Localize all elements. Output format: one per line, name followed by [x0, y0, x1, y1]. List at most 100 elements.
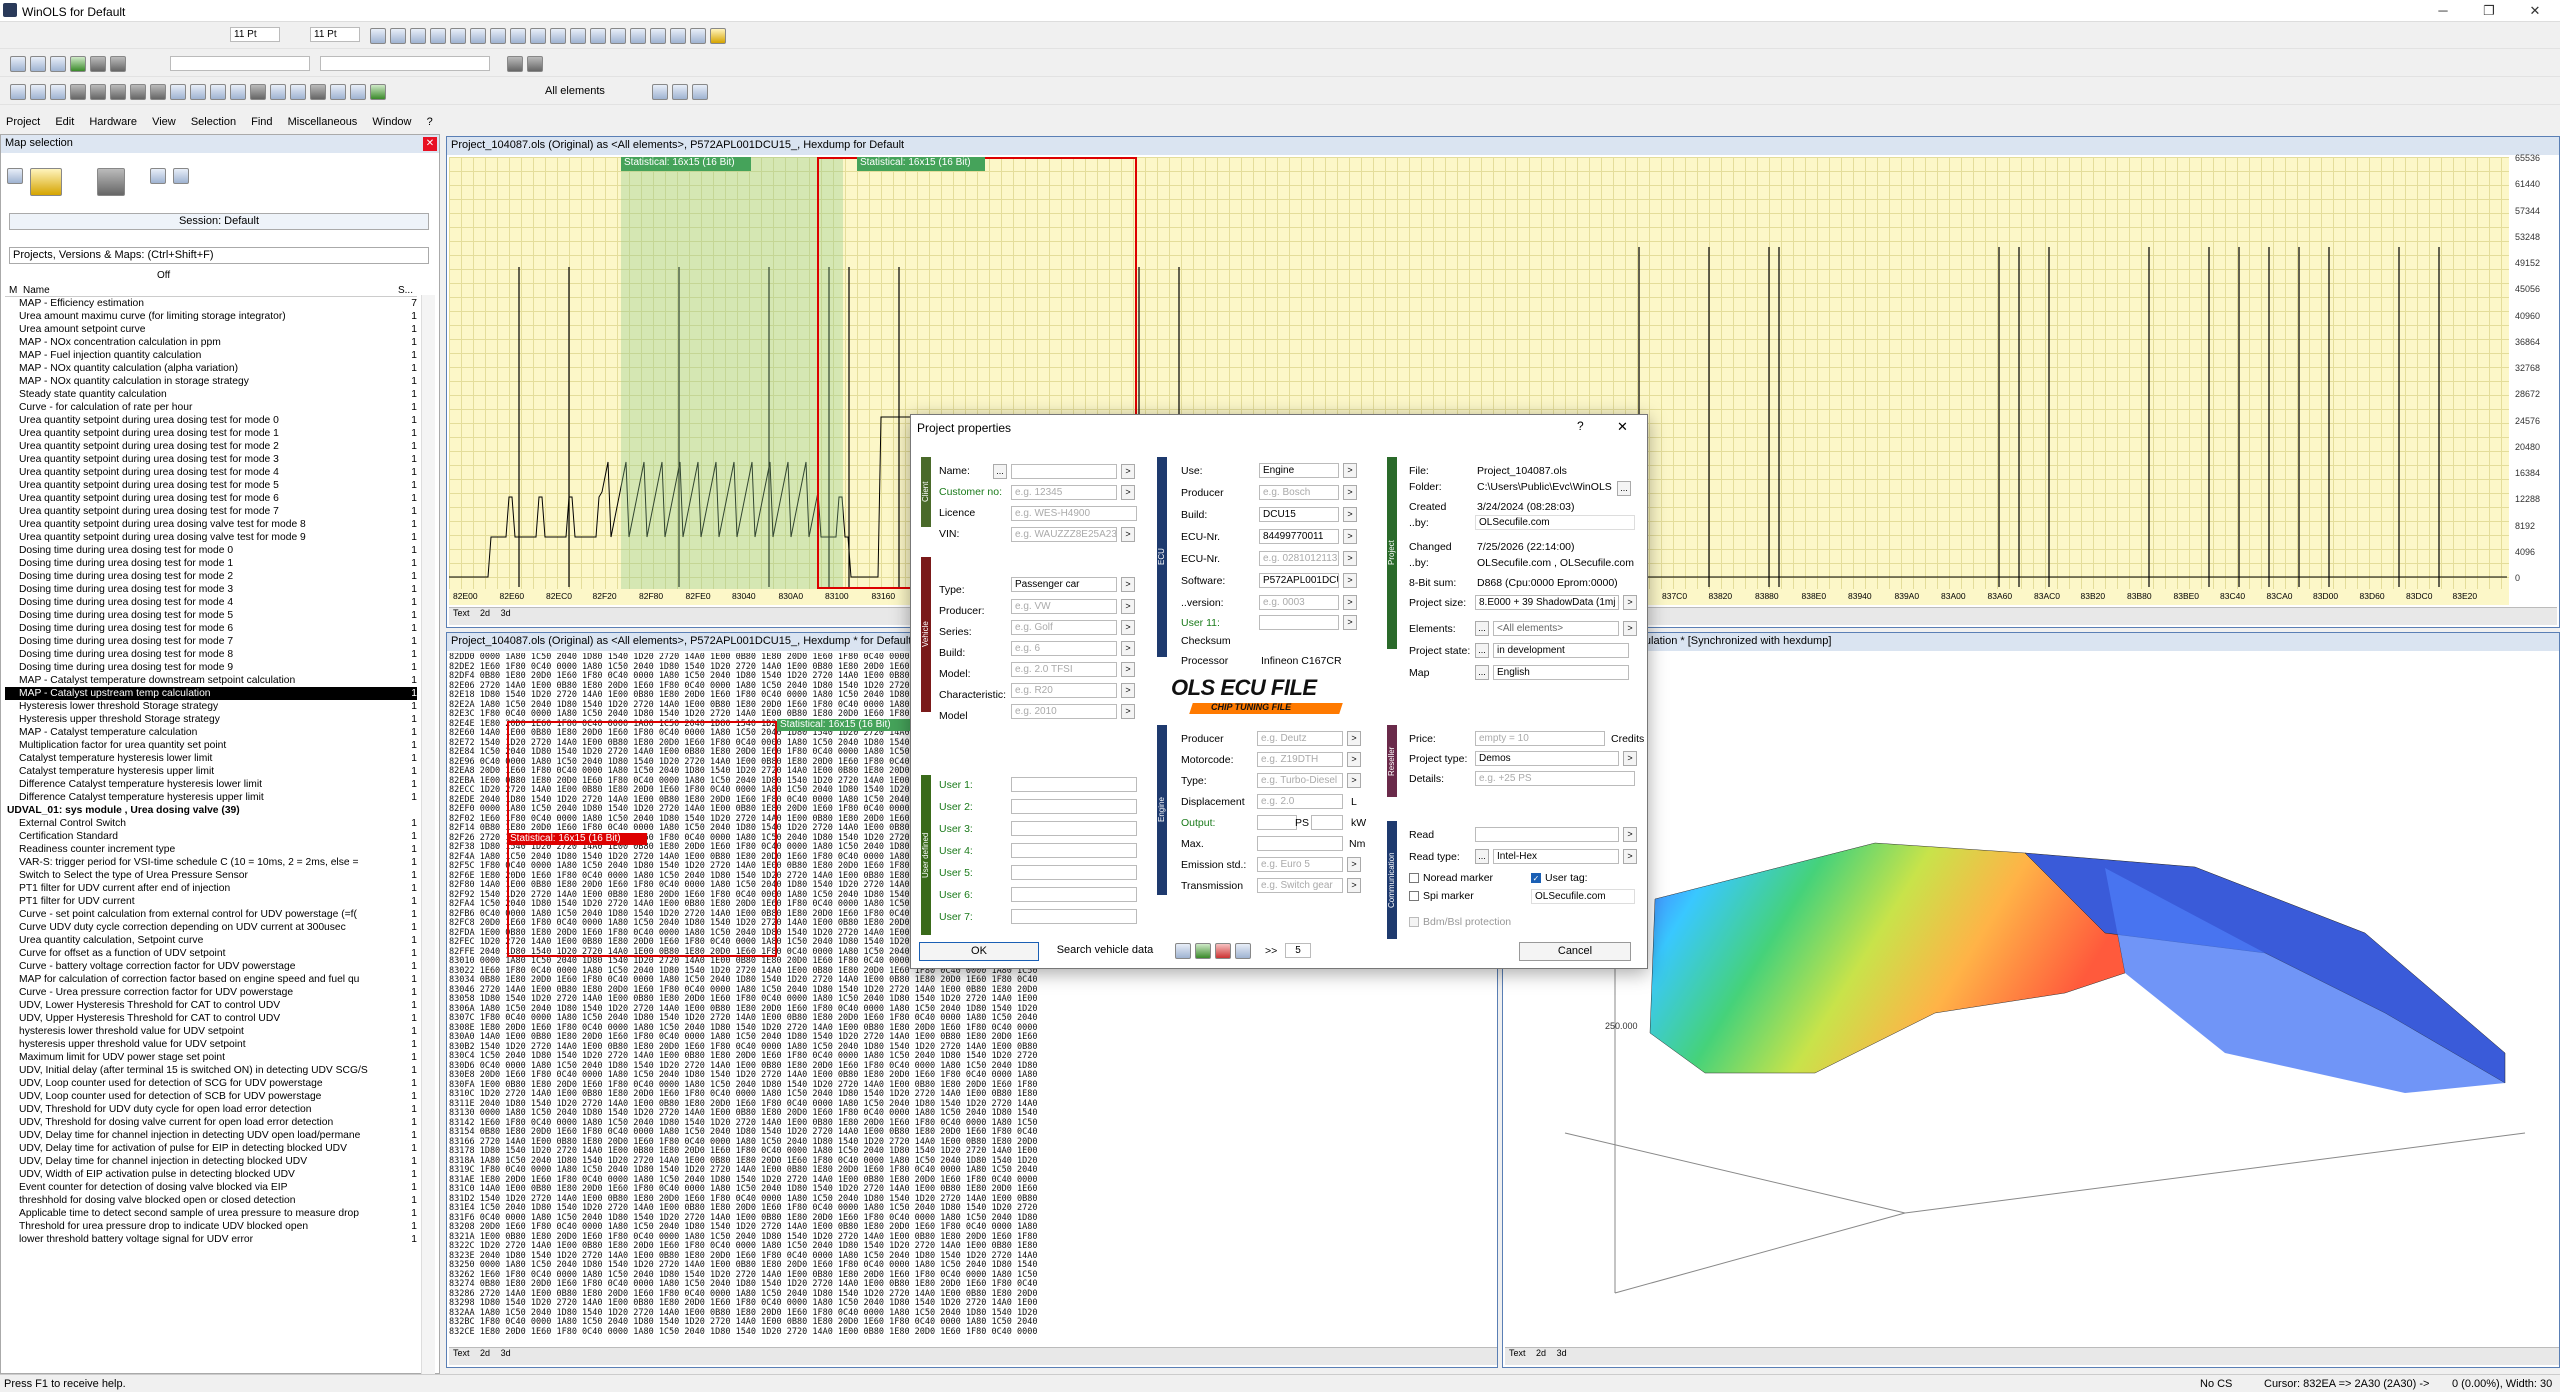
toolbar-btn-10[interactable]: [550, 28, 566, 44]
next-icon[interactable]: [130, 84, 146, 100]
map-3d-view[interactable]: 250.000: [1505, 653, 2555, 1347]
view-toggle-1-icon[interactable]: [90, 56, 106, 72]
tab-2d[interactable]: 2d: [480, 608, 490, 618]
toolbar-btn-8[interactable]: [510, 28, 526, 44]
ok-button[interactable]: OK: [919, 942, 1039, 961]
map-list-item[interactable]: MAP - NOx quantity calculation (alpha va…: [5, 362, 417, 375]
output-ps-input[interactable]: [1257, 815, 1297, 830]
projects-combo[interactable]: Projects, Versions & Maps: (Ctrl+Shift+F…: [9, 247, 429, 264]
cancel-button[interactable]: Cancel: [1519, 942, 1631, 961]
read-arrow[interactable]: >: [1623, 827, 1637, 842]
user-tag-value[interactable]: OLSecufile.com: [1531, 889, 1635, 904]
map-list-item[interactable]: Event counter for detection of dosing va…: [5, 1181, 417, 1194]
map-list-item[interactable]: hysteresis upper threshold value for UDV…: [5, 1038, 417, 1051]
map-list-item[interactable]: Threshold for urea pressure drop to indi…: [5, 1220, 417, 1233]
map-list-item[interactable]: Difference Catalyst temperature hysteres…: [5, 791, 417, 804]
map-list-item[interactable]: Curve UDV duty cycle correction dependin…: [5, 921, 417, 934]
toolbar-btn-5[interactable]: [450, 28, 466, 44]
combo-1[interactable]: [170, 56, 310, 71]
hardware-icon[interactable]: [290, 84, 306, 100]
menu-miscellaneous[interactable]: Miscellaneous: [282, 114, 364, 130]
map-list-item[interactable]: Urea quantity setpoint during urea dosin…: [5, 440, 417, 453]
nav-back-icon[interactable]: [507, 56, 523, 72]
map-list-item[interactable]: Applicable time to detect second sample …: [5, 1207, 417, 1220]
menu-project[interactable]: Project: [0, 114, 46, 130]
tab-3d[interactable]: 3d: [501, 608, 511, 618]
map-list-item[interactable]: Dosing time during urea dosing test for …: [5, 661, 417, 674]
map-list-item[interactable]: UDV, Delay time for channel injection in…: [5, 1129, 417, 1142]
map-list-item[interactable]: UDV, Loop counter used for detection of …: [5, 1090, 417, 1103]
map-list-item[interactable]: Maximum limit for UDV power stage set po…: [5, 1051, 417, 1064]
project-type-arrow[interactable]: >: [1623, 751, 1637, 766]
close-window-button[interactable]: ✕: [2512, 0, 2558, 22]
user7-input[interactable]: [1011, 909, 1137, 924]
compare-icon[interactable]: [70, 56, 86, 72]
toolbar-btn-4[interactable]: [430, 28, 446, 44]
vehicle-build-input[interactable]: e.g. 6: [1011, 641, 1117, 656]
read-type-combo[interactable]: Intel-Hex: [1493, 849, 1619, 864]
motorcode-input[interactable]: e.g. Z19DTH: [1257, 752, 1343, 767]
user1-input[interactable]: [1011, 777, 1137, 792]
client-name-arrow[interactable]: >: [1121, 464, 1135, 479]
menu-find[interactable]: Find: [245, 114, 278, 130]
view-toggle-2-icon[interactable]: [110, 56, 126, 72]
map-list-item[interactable]: PT1 filter for UDV current 1: [5, 895, 417, 908]
toolbar-btn-1[interactable]: [370, 28, 386, 44]
transmission-arrow[interactable]: >: [1347, 878, 1361, 893]
ecu-nr2-arrow[interactable]: >: [1343, 551, 1357, 566]
color-palette-icon[interactable]: [710, 28, 726, 44]
user6-input[interactable]: [1011, 887, 1137, 902]
project-state-more[interactable]: ...: [1475, 643, 1489, 658]
map-list-item[interactable]: MAP - Catalyst upstream temp calculation…: [5, 687, 417, 700]
ecu-nr-arrow[interactable]: >: [1343, 529, 1357, 544]
open-folder-icon[interactable]: [30, 168, 63, 196]
map-list-item[interactable]: UDV, Loop counter used for detection of …: [5, 1077, 417, 1090]
ecu-producer-input[interactable]: e.g. Bosch: [1259, 485, 1339, 500]
map-list-item[interactable]: MAP - Fuel injection quantity calculatio…: [5, 349, 417, 362]
map-list-item[interactable]: Curve - for calculation of rate per hour…: [5, 401, 417, 414]
sw-version-input[interactable]: e.g. 0003: [1259, 595, 1339, 610]
prev-icon[interactable]: [90, 84, 106, 100]
search-vehicle-data-button[interactable]: Search vehicle data: [1049, 942, 1161, 961]
minimize-button[interactable]: ─: [2420, 0, 2466, 22]
series-arrow[interactable]: >: [1121, 620, 1135, 635]
ecu-nr-input[interactable]: 84499770011: [1259, 529, 1339, 544]
map-icon[interactable]: [230, 84, 246, 100]
elements-combo[interactable]: <All elements>: [1493, 621, 1619, 636]
open-project-icon[interactable]: [10, 56, 26, 72]
toolbar-btn-11[interactable]: [570, 28, 586, 44]
close-panel-button[interactable]: ✕: [423, 137, 437, 151]
hex-tab-2d[interactable]: 2d: [480, 1348, 490, 1358]
read-type-more[interactable]: ...: [1475, 849, 1489, 864]
model-year-input[interactable]: e.g. 2010: [1011, 704, 1117, 719]
map-list-item[interactable]: Steady state quantity calculation 1: [5, 388, 417, 401]
map-list-scrollbar[interactable]: [421, 295, 435, 1375]
ecu-nr2-input[interactable]: e.g. 0281012113: [1259, 551, 1339, 566]
last-icon[interactable]: [150, 84, 166, 100]
read-input[interactable]: [1475, 827, 1619, 842]
window-icon[interactable]: [330, 84, 346, 100]
map-list-item[interactable]: Dosing time during urea dosing test for …: [5, 544, 417, 557]
map-list-item[interactable]: UDV, Upper Hysteresis Threshold for CAT …: [5, 1012, 417, 1025]
combo-2[interactable]: [320, 56, 490, 71]
table-icon[interactable]: [210, 84, 226, 100]
map-list-item[interactable]: Dosing time during urea dosing test for …: [5, 635, 417, 648]
engine-type-input[interactable]: e.g. Turbo-Diesel: [1257, 773, 1343, 788]
user2-input[interactable]: [1011, 799, 1137, 814]
map-list-item[interactable]: Dosing time during urea dosing test for …: [5, 609, 417, 622]
hex-tab-text[interactable]: Text: [453, 1348, 470, 1358]
stop-icon[interactable]: [110, 84, 126, 100]
map-list-item[interactable]: Dosing time during urea dosing test for …: [5, 596, 417, 609]
print-icon[interactable]: [10, 84, 26, 100]
engine-producer-input[interactable]: e.g. Deutz: [1257, 731, 1343, 746]
map-list-item[interactable]: Dosing time during urea dosing test for …: [5, 648, 417, 661]
toolbar-btn-2[interactable]: [390, 28, 406, 44]
project-size-value[interactable]: 8.E000 + 39 ShadowData (1mj: [1475, 595, 1619, 610]
vehicle-type-arrow[interactable]: >: [1121, 577, 1135, 592]
motorcode-arrow[interactable]: >: [1347, 752, 1361, 767]
window3-icon[interactable]: [370, 84, 386, 100]
emission-arrow[interactable]: >: [1347, 857, 1361, 872]
export-icon[interactable]: [97, 168, 126, 196]
footer-number[interactable]: 5: [1285, 943, 1311, 958]
model-arrow[interactable]: >: [1121, 662, 1135, 677]
